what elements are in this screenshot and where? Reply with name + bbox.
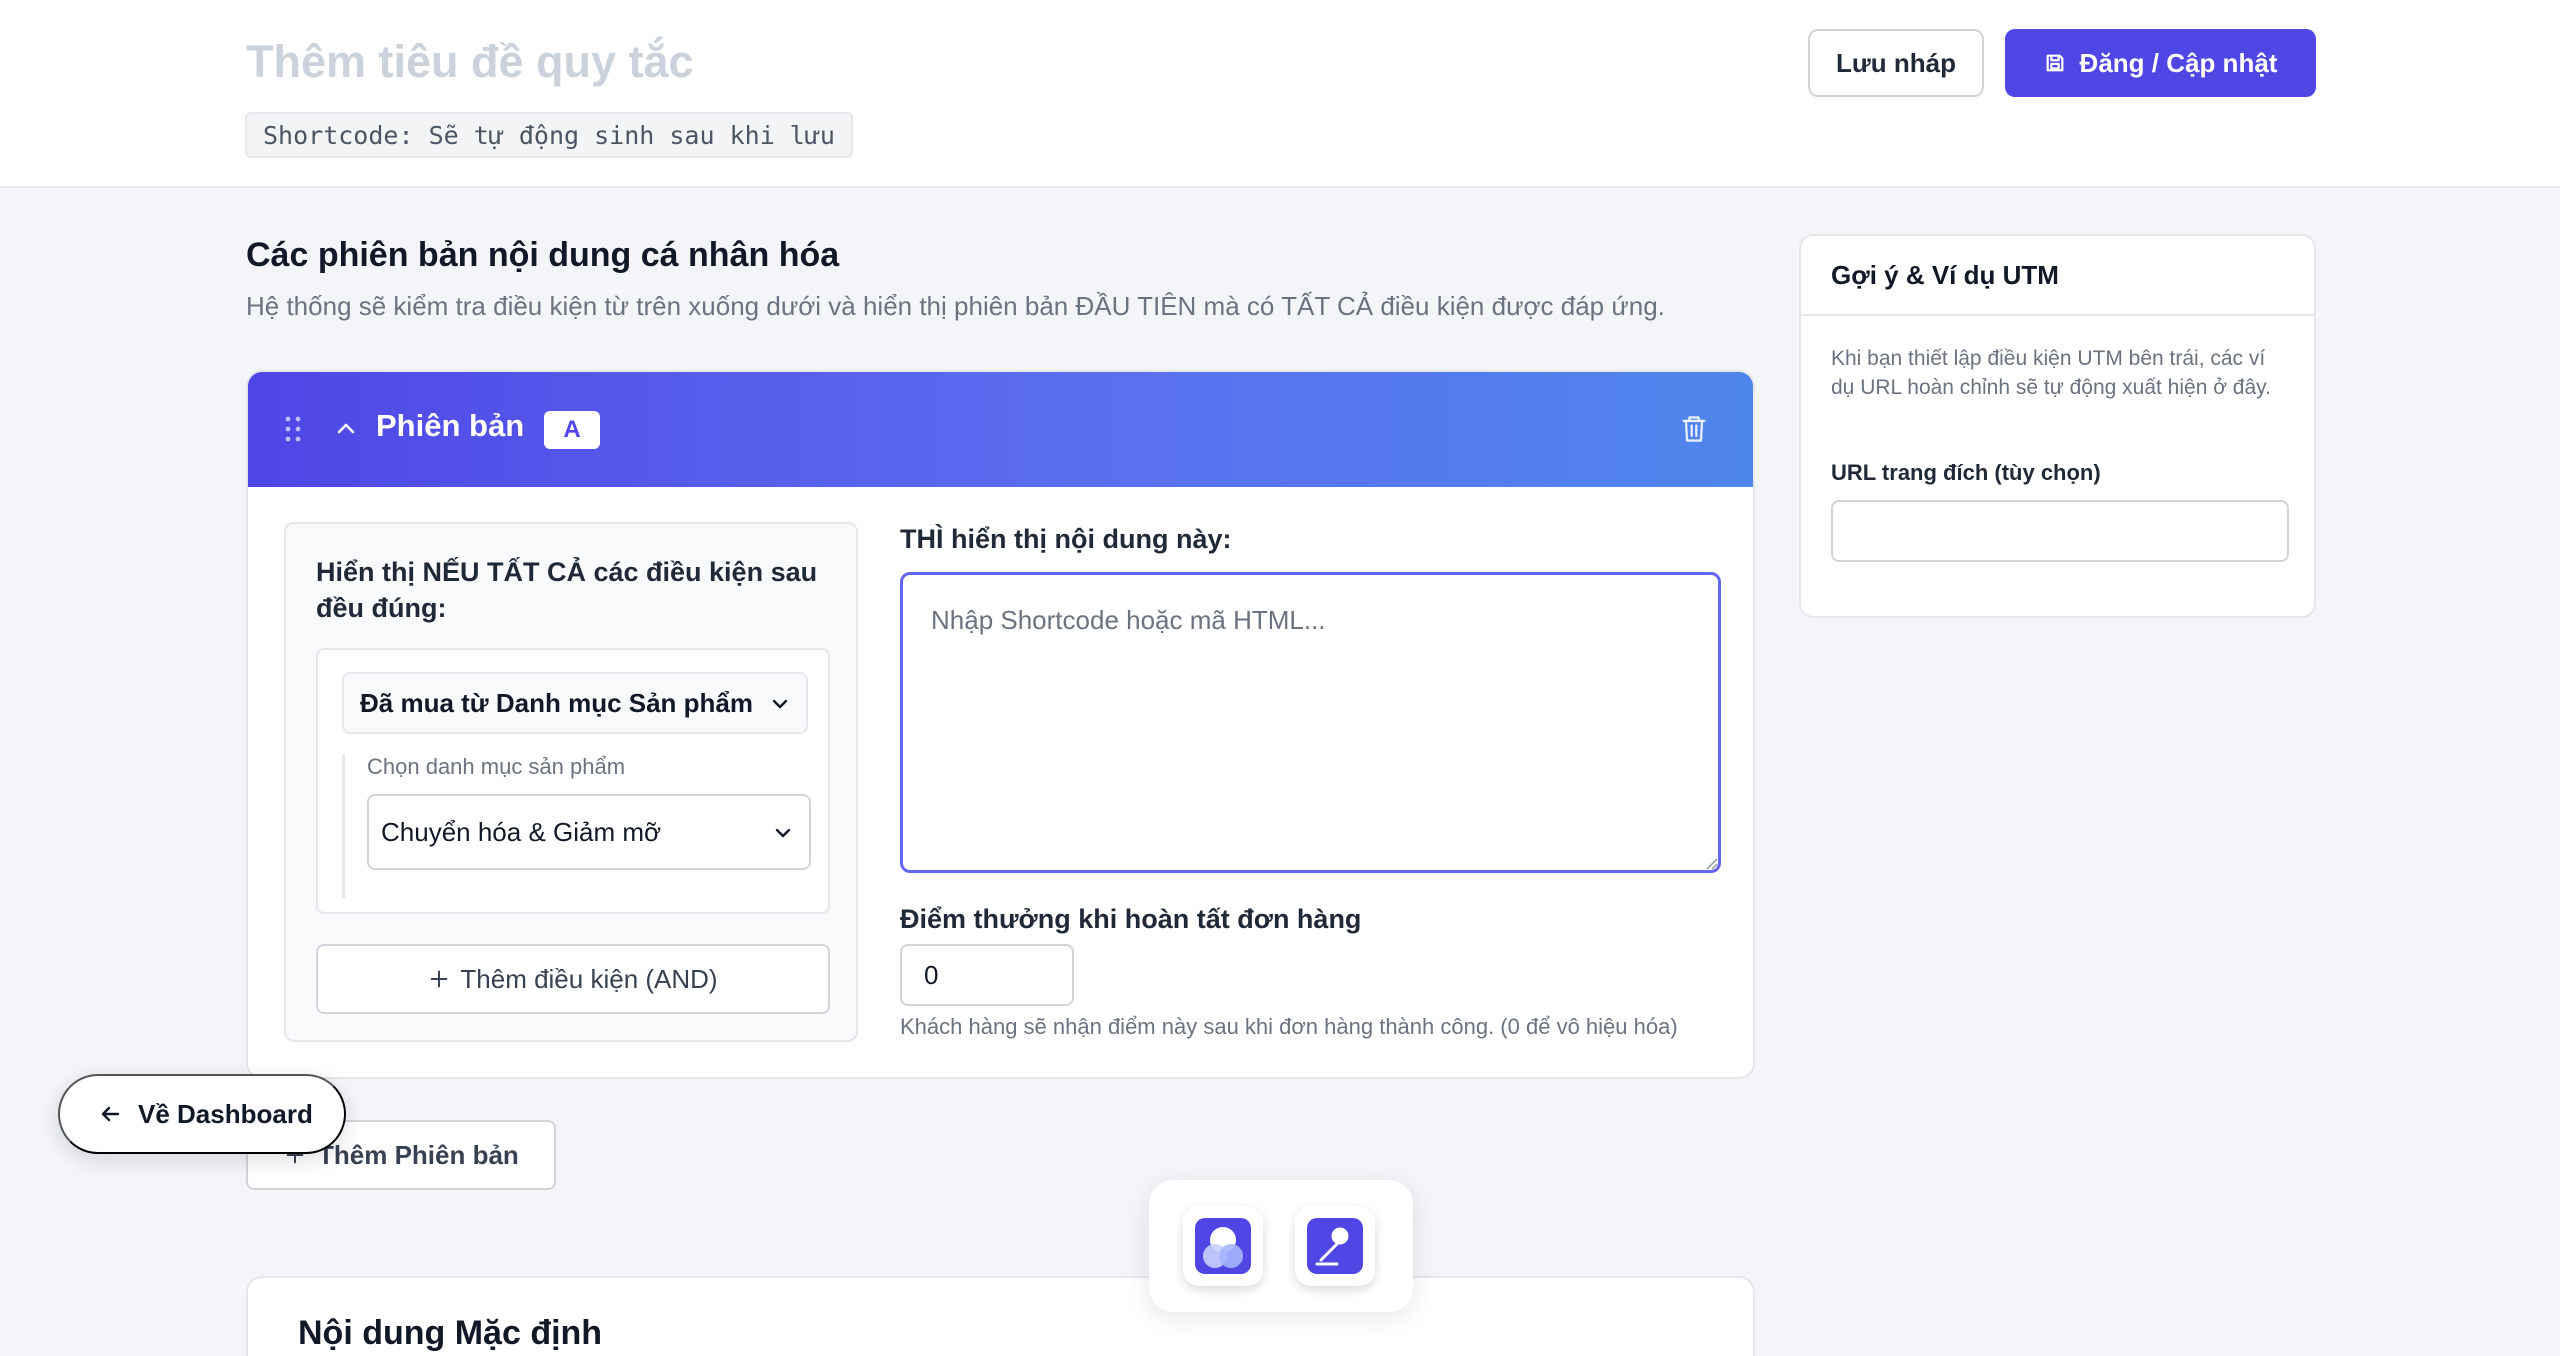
shortcode-info: Shortcode: Sẽ tự động sinh sau khi lưu <box>245 112 853 158</box>
arrow-left-icon <box>101 1106 120 1122</box>
points-help-text: Khách hàng sẽ nhận điểm này sau khi đơn … <box>900 1014 1678 1039</box>
back-to-dashboard-label: Về Dashboard <box>138 1098 313 1129</box>
version-badge: A <box>544 411 600 449</box>
add-condition-label: Thêm điều kiện (AND) <box>460 963 718 994</box>
utm-hints-title: Gợi ý & Ví dụ UTM <box>1831 260 2059 290</box>
default-content-title: Nội dung Mặc định <box>298 1314 603 1352</box>
category-sub-block: Chọn danh mục sản phẩm Chuyển hóa & Giảm… <box>342 754 811 898</box>
default-content-card: Nội dung Mặc định <box>246 1276 1755 1356</box>
versions-section-description: Hệ thống sẽ kiểm tra điều kiện từ trên x… <box>246 291 1665 321</box>
category-select[interactable]: Chuyển hóa & Giảm mỡ <box>367 794 811 870</box>
plus-icon <box>431 970 448 988</box>
then-label: THÌ hiển thị nội dung này: <box>900 524 1232 554</box>
condition-type-select[interactable]: Đã mua từ Danh mục Sản phẩm <box>342 672 808 734</box>
condition-box: Đã mua từ Danh mục Sản phẩm Chọn danh mụ… <box>316 648 830 914</box>
conditions-title: Hiển thị NẾU TẤT CẢ các điều kiện sau đề… <box>316 557 818 623</box>
version-label: Phiên bản <box>376 408 525 443</box>
rule-title-input[interactable] <box>246 30 1446 94</box>
category-value: Chuyển hóa & Giảm mỡ <box>381 817 662 847</box>
save-draft-label: Lưu nháp <box>1836 47 1956 78</box>
add-version-label: Thêm Phiên bản <box>318 1139 519 1170</box>
chevron-up-icon[interactable] <box>334 417 358 441</box>
user-app-icon <box>1195 1218 1251 1274</box>
dock-app-user[interactable] <box>1183 1206 1263 1286</box>
save-draft-button[interactable]: Lưu nháp <box>1808 29 1984 97</box>
condition-type-value: Đã mua từ Danh mục Sản phẩm <box>360 688 754 718</box>
top-bar: Shortcode: Sẽ tự động sinh sau khi lưu L… <box>0 0 2560 188</box>
back-to-dashboard-button[interactable]: Về Dashboard <box>58 1074 346 1154</box>
conditions-panel: Hiển thị NẾU TẤT CẢ các điều kiện sau đề… <box>284 522 858 1042</box>
version-header: Phiên bản A <box>248 372 1753 487</box>
versions-section-title: Các phiên bản nội dung cá nhân hóa <box>246 236 840 274</box>
utm-hints-description: Khi bạn thiết lập điều kiện UTM bên trái… <box>1831 347 2271 399</box>
app-dock <box>1149 1180 1413 1312</box>
content-textarea[interactable] <box>900 572 1721 873</box>
version-card: Phiên bản A Hiển thị NẾU TẤT CẢ các điều… <box>246 370 1755 1079</box>
points-label: Điểm thưởng khi hoàn tất đơn hàng <box>900 904 1362 934</box>
dock-app-editor[interactable] <box>1295 1206 1375 1286</box>
category-label: Chọn danh mục sản phẩm <box>367 754 626 779</box>
utm-hints-card: Gợi ý & Ví dụ UTM Khi bạn thiết lập điều… <box>1799 234 2316 618</box>
add-condition-button[interactable]: Thêm điều kiện (AND) <box>316 944 830 1014</box>
trash-icon[interactable] <box>1680 414 1708 444</box>
utm-hints-header: Gợi ý & Ví dụ UTM <box>1801 236 2314 316</box>
points-input[interactable] <box>900 944 1074 1006</box>
chevron-down-icon <box>775 828 791 838</box>
publish-label: Đăng / Cập nhật <box>2079 47 2278 78</box>
drag-handle-icon[interactable] <box>284 415 302 443</box>
edit-app-icon <box>1307 1218 1363 1274</box>
target-url-input[interactable] <box>1831 500 2289 562</box>
resize-grip-icon[interactable] <box>1704 856 1718 870</box>
save-icon <box>2046 54 2063 72</box>
publish-button[interactable]: Đăng / Cập nhật <box>2005 29 2316 97</box>
chevron-down-icon <box>772 699 788 709</box>
target-url-label: URL trang đích (tùy chọn) <box>1831 460 2101 485</box>
